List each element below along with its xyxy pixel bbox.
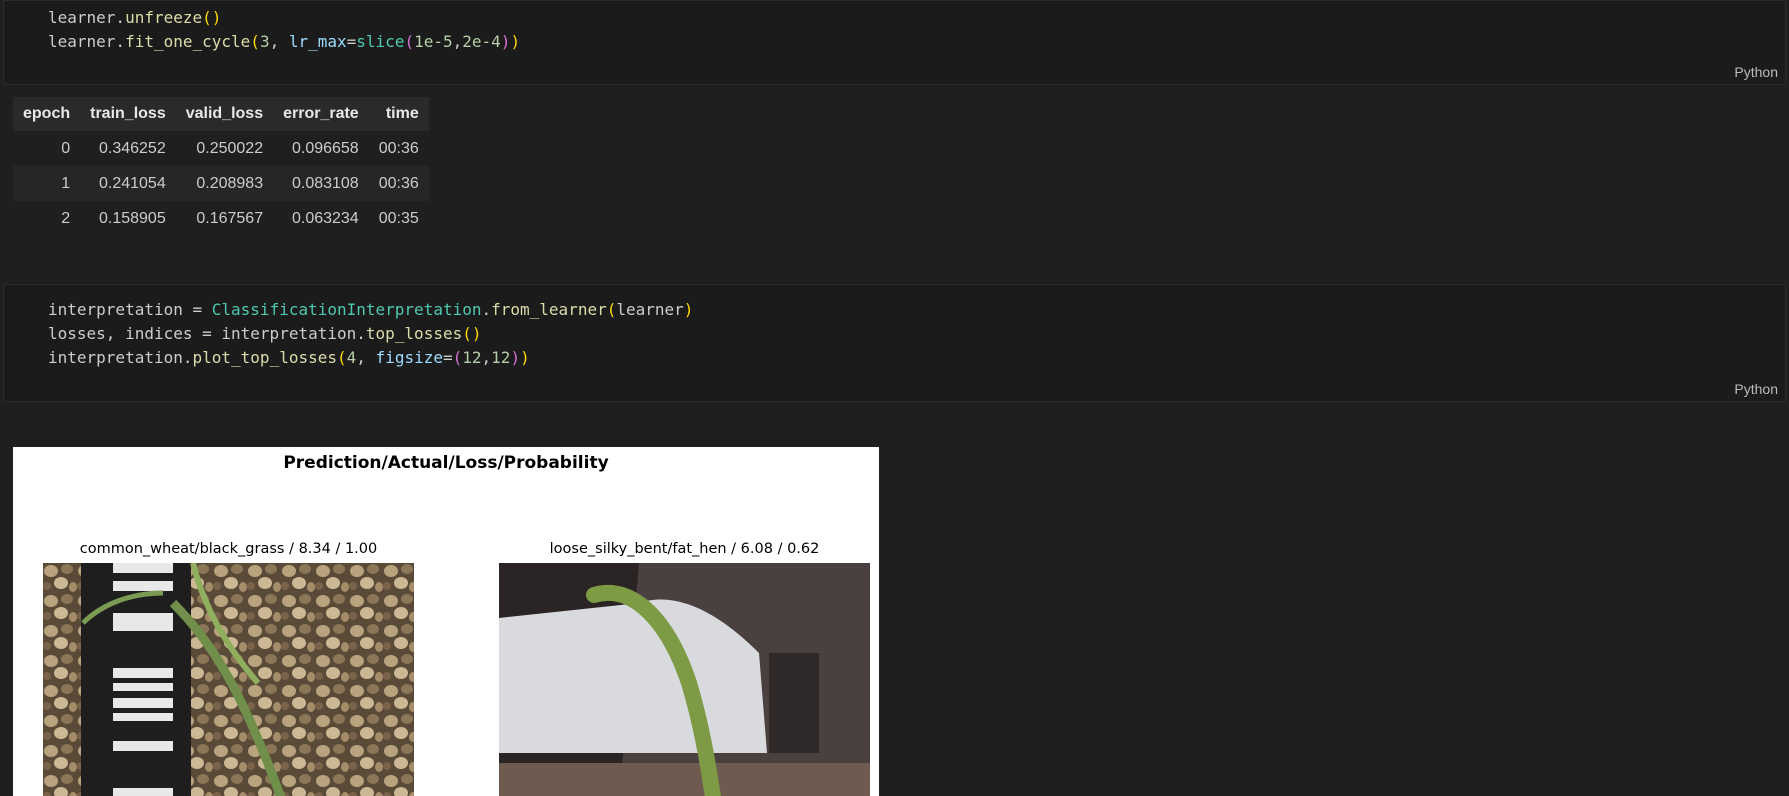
table-cell: 00:36	[378, 139, 419, 157]
table-cell: 0.346252	[98, 139, 166, 157]
code-line: interpretation.plot_top_losses(4, figsiz…	[48, 348, 530, 367]
table-row: 2 0.158905 0.167567 0.063234 00:35	[13, 201, 429, 236]
subplot-title: loose_silky_bent/fat_hen / 6.08 / 0.62	[549, 541, 820, 557]
table-cell: 0.096658	[291, 139, 359, 157]
table-cell: 0.158905	[98, 209, 166, 227]
code-editor-2[interactable]: interpretation = ClassificationInterpret…	[48, 298, 693, 370]
top-losses-plot: Prediction/Actual/Loss/Probability commo…	[13, 447, 879, 796]
code-line: learner.unfreeze()	[48, 8, 222, 27]
language-label[interactable]: Python	[1734, 64, 1778, 80]
table-cell: 1	[13, 166, 81, 201]
table-row: 0 0.346252 0.250022 0.096658 00:36	[13, 131, 429, 166]
language-label[interactable]: Python	[1734, 381, 1778, 397]
code-line: interpretation = ClassificationInterpret…	[48, 300, 694, 319]
table-cell: 0.063234	[291, 209, 359, 227]
code-cell-2[interactable]: interpretation = ClassificationInterpret…	[3, 284, 1786, 402]
table-row: 1 0.241054 0.208983 0.083108 00:36	[13, 166, 429, 201]
table-cell: 2	[61, 209, 71, 227]
code-cell-1[interactable]: learner.unfreeze() learner.fit_one_cycle…	[3, 0, 1786, 85]
table-cell: 0.241054	[80, 166, 176, 201]
table-cell: 00:36	[368, 166, 429, 201]
table-cell: 00:35	[378, 209, 419, 227]
code-editor-1[interactable]: learner.unfreeze() learner.fit_one_cycle…	[48, 6, 520, 54]
seedling-image	[499, 563, 870, 796]
code-line: learner.fit_one_cycle(3, lr_max=slice(1e…	[48, 32, 521, 51]
seedling-image	[43, 563, 414, 796]
table-cell: 0.250022	[196, 139, 264, 157]
column-header: valid_loss	[175, 97, 274, 131]
table-header-row: epoch train_loss valid_loss error_rate t…	[13, 97, 429, 131]
plot-title: Prediction/Actual/Loss/Probability	[283, 453, 609, 473]
table-cell: 0.167567	[196, 209, 264, 227]
column-header: error_rate	[273, 97, 369, 131]
table-cell: 0	[61, 139, 71, 157]
table-cell: 0.083108	[273, 166, 369, 201]
column-header: train_loss	[80, 97, 176, 131]
subplot-title: common_wheat/black_grass / 8.34 / 1.00	[79, 541, 378, 557]
column-header: epoch	[13, 97, 81, 131]
table-cell: 0.208983	[175, 166, 274, 201]
code-line: losses, indices = interpretation.top_los…	[48, 324, 482, 343]
training-results-table: epoch train_loss valid_loss error_rate t…	[13, 97, 429, 236]
column-header: time	[368, 97, 429, 131]
